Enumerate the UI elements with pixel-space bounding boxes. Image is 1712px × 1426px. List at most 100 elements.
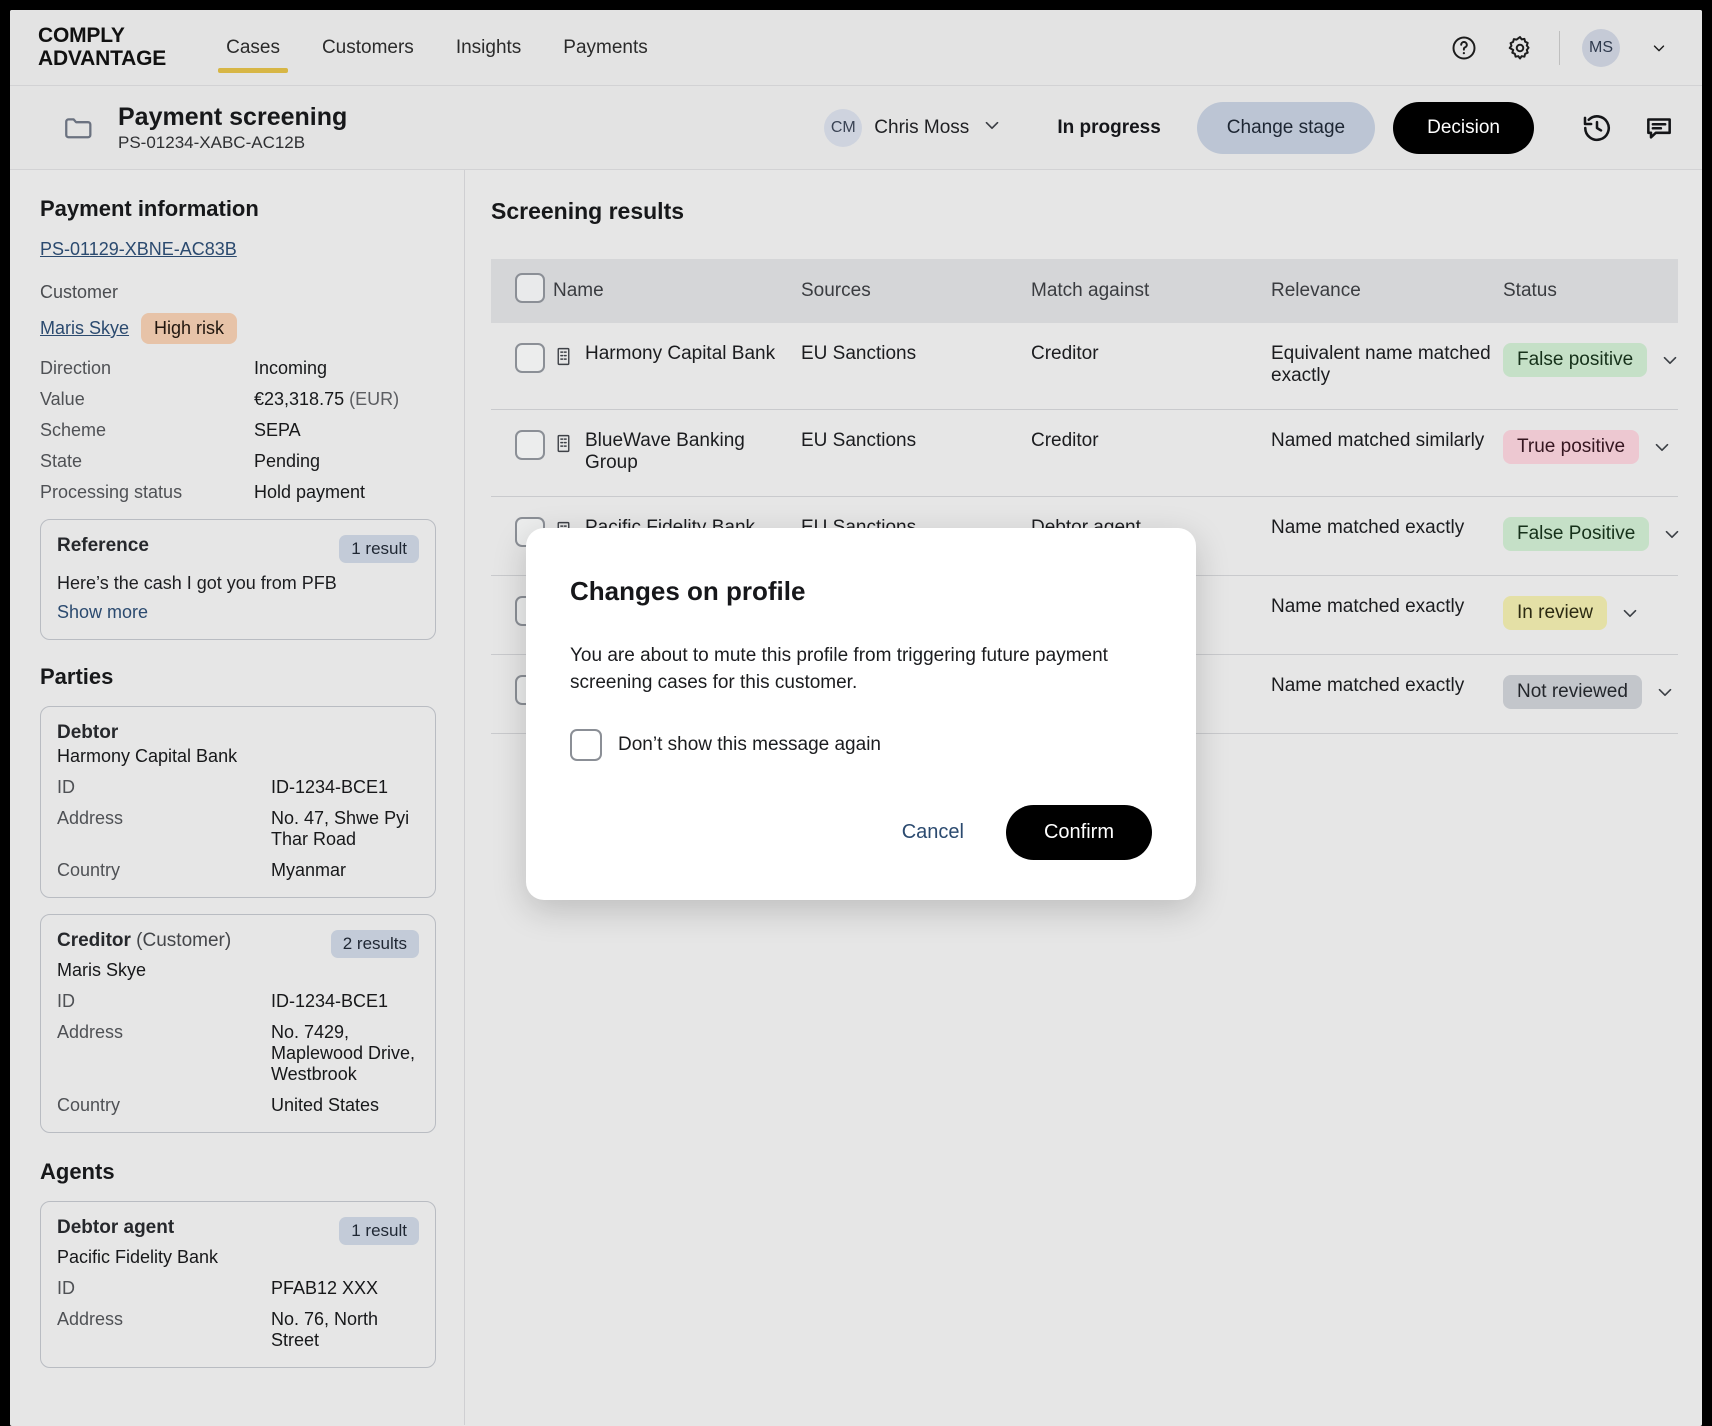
change-stage-button[interactable]: Change stage <box>1196 101 1376 154</box>
cell-name: BlueWave Banking Group <box>553 409 801 497</box>
column-header-name[interactable]: Name <box>553 259 801 323</box>
status-badge: Not reviewed <box>1503 675 1642 709</box>
field-label: Country <box>57 860 121 880</box>
party-card-debtor: Debtor Harmony Capital Bank ID ID-1234-B… <box>40 706 436 898</box>
chevron-down-icon[interactable] <box>1642 31 1676 65</box>
cell-status: False positive <box>1503 323 1678 410</box>
field-label: Country <box>57 1095 121 1115</box>
assignee-name: Chris Moss <box>874 116 970 138</box>
dont-show-again-row[interactable]: Don’t show this message again <box>570 728 1152 761</box>
dialog-body-text: You are about to mute this profile from … <box>570 645 1108 693</box>
payment-id-link[interactable]: PS-01129-XBNE-AC83B <box>40 239 237 259</box>
table-row[interactable]: Harmony Capital Bank EU Sanctions Credit… <box>491 323 1678 410</box>
chevron-down-icon[interactable] <box>1619 602 1641 624</box>
agent-result-count: 1 result <box>339 1217 419 1245</box>
field-value: ID-1234-BCE1 <box>271 777 389 797</box>
field-label: Address <box>57 808 124 828</box>
gear-icon[interactable] <box>1503 31 1537 65</box>
cell-match-against: Creditor <box>1031 323 1271 410</box>
top-nav-actions: MS <box>1447 28 1702 67</box>
field-value-currency: (EUR) <box>349 389 400 409</box>
select-all-checkbox[interactable] <box>515 273 545 303</box>
result-name: BlueWave Banking Group <box>585 430 745 473</box>
field-value: No. 76, North Street <box>271 1309 379 1350</box>
building-icon <box>553 433 574 460</box>
reference-card: Reference 1 result Here’s the cash I got… <box>40 519 436 640</box>
chevron-down-icon[interactable] <box>1651 436 1673 458</box>
cell-status: Not reviewed <box>1503 654 1678 734</box>
row-checkbox[interactable] <box>515 343 545 373</box>
payment-information-title: Payment information <box>40 196 259 221</box>
row-checkbox[interactable] <box>515 430 545 460</box>
party-field-address: Address No. 7429, Maplewood Drive, Westb… <box>57 1022 419 1085</box>
cell-relevance: Named matched similarly <box>1271 409 1503 497</box>
customer-name-link[interactable]: Maris Skye <box>40 318 129 339</box>
screening-results-title: Screening results <box>491 198 685 224</box>
confirm-button[interactable]: Confirm <box>1005 804 1152 860</box>
party-card-head: Debtor <box>57 722 419 744</box>
field-state: State Pending <box>40 451 436 472</box>
party-name: Maris Skye <box>57 960 147 980</box>
column-header-relevance[interactable]: Relevance <box>1271 259 1503 323</box>
chevron-down-icon[interactable] <box>1654 681 1676 703</box>
party-role: Creditor <box>57 930 131 951</box>
column-header-sources[interactable]: Sources <box>801 259 1031 323</box>
nav-tab-active-underline <box>218 68 288 73</box>
decision-button[interactable]: Decision <box>1393 101 1534 154</box>
nav-tab-customers[interactable]: Customers <box>306 10 430 85</box>
field-label: State <box>40 451 83 471</box>
brand-logo[interactable]: COMPLY ADVANTAGE <box>38 24 166 70</box>
history-icon[interactable] <box>1580 111 1614 145</box>
agent-field-id: ID PFAB12 XXX <box>57 1278 419 1299</box>
status-badge: False Positive <box>1503 517 1650 551</box>
field-label: Address <box>57 1309 124 1329</box>
party-field-country: Country United States <box>57 1095 419 1116</box>
field-value: United States <box>271 1095 380 1115</box>
page-title: Payment screening <box>118 102 348 131</box>
party-field-id: ID ID-1234-BCE1 <box>57 991 419 1012</box>
comment-icon[interactable] <box>1642 111 1676 145</box>
chevron-down-icon[interactable] <box>1659 349 1681 371</box>
nav-tab-cases-label: Cases <box>226 36 280 58</box>
top-navigation-bar: COMPLY ADVANTAGE Cases Customers Insights… <box>10 10 1702 86</box>
cell-relevance: Name matched exactly <box>1271 654 1503 734</box>
case-header-actions: CM Chris Moss In progress Change stage D… <box>824 101 1676 154</box>
payment-information-sidebar: Payment information PS-01129-XBNE-AC83B … <box>10 170 465 1425</box>
case-header: Payment screening PS-01234-XABC-AC12B CM… <box>10 86 1702 170</box>
table-row[interactable]: BlueWave Banking Group EU Sanctions Cred… <box>491 409 1678 497</box>
nav-tab-payments[interactable]: Payments <box>547 10 663 85</box>
party-field-address: Address No. 47, Shwe Pyi Thar Road <box>57 808 419 850</box>
agent-name: Pacific Fidelity Bank <box>57 1247 219 1267</box>
app-window: COMPLY ADVANTAGE Cases Customers Insights… <box>10 10 1702 1426</box>
column-header-match-against[interactable]: Match against <box>1031 259 1271 323</box>
status-badge: False positive <box>1503 343 1648 377</box>
field-value-amount: Value €23,318.75 (EUR) <box>40 389 436 410</box>
column-header-status[interactable]: Status <box>1503 259 1678 323</box>
nav-tab-cases[interactable]: Cases <box>210 10 296 85</box>
field-processing-status: Processing status Hold payment <box>40 482 436 503</box>
row-select-cell <box>491 409 553 497</box>
customer-label: Customer <box>40 282 119 302</box>
dialog-title: Changes on profile <box>570 576 806 606</box>
cell-relevance: Equivalent name matched exactly <box>1271 323 1503 410</box>
assignee-selector[interactable]: CM Chris Moss <box>824 108 1003 147</box>
dont-show-again-checkbox[interactable] <box>570 728 602 761</box>
table-header-row: Name Sources Match against Relevance Sta… <box>491 259 1678 323</box>
cancel-button[interactable]: Cancel <box>886 811 980 854</box>
chevron-down-icon[interactable] <box>1661 523 1683 545</box>
field-label: ID <box>57 991 75 1011</box>
nav-tab-insights[interactable]: Insights <box>440 10 537 85</box>
agent-card-head: Debtor agent 1 result <box>57 1217 419 1245</box>
nav-tab-insights-label: Insights <box>455 36 522 58</box>
field-value: Incoming <box>254 358 328 378</box>
avatar[interactable]: MS <box>1582 28 1620 67</box>
field-direction: Direction Incoming <box>40 358 436 379</box>
dialog-actions: Cancel Confirm <box>570 804 1152 860</box>
help-circle-icon[interactable] <box>1447 31 1481 65</box>
field-value: No. 7429, Maplewood Drive, Westbrook <box>271 1022 416 1084</box>
nav-tab-payments-label: Payments <box>563 36 648 58</box>
show-more-link[interactable]: Show more <box>57 602 419 623</box>
agent-field-address: Address No. 76, North Street <box>57 1309 419 1351</box>
cell-status: False Positive <box>1503 496 1679 576</box>
cell-relevance: Name matched exactly <box>1271 575 1503 655</box>
